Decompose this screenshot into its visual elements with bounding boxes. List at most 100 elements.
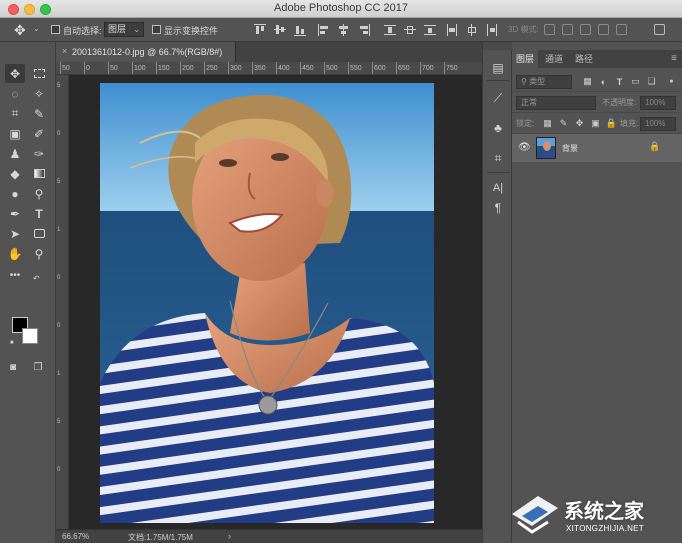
hand-tool-icon[interactable]: ✋: [5, 244, 25, 263]
lock-transparent-icon[interactable]: ▦: [542, 118, 553, 129]
move-tool-preset-icon[interactable]: ✥: [14, 22, 26, 39]
blur-tool-icon[interactable]: ●: [5, 184, 25, 203]
panel-grip[interactable]: [483, 42, 513, 50]
tab-channels[interactable]: 通道: [540, 50, 568, 68]
options-bar: ✥ ⌄ 自动选择: 图层 ⌄ 显示变换控件 3D 模式:: [0, 18, 682, 42]
paragraph-icon[interactable]: ¶: [490, 200, 506, 216]
history-brush-tool-icon[interactable]: ✑: [29, 144, 49, 163]
filter-adjustment-icon[interactable]: ◐: [598, 76, 609, 87]
default-colors-icon[interactable]: ■: [10, 340, 14, 346]
ruler-tick-label: 50: [110, 65, 118, 72]
ruler-tick-mark: [132, 62, 133, 74]
filter-shape-icon[interactable]: ▭: [630, 76, 641, 87]
status-menu-arrow-icon[interactable]: ›: [228, 531, 231, 541]
lock-artboard-icon[interactable]: ▣: [590, 118, 601, 129]
ruler-tick-mark: [228, 62, 229, 74]
swap-colors-icon[interactable]: ↶: [33, 274, 40, 283]
gradient-tool-icon[interactable]: [29, 164, 49, 183]
move-tool-icon[interactable]: ✥: [5, 64, 25, 83]
auto-select-label: 自动选择:: [63, 26, 102, 36]
layer-name[interactable]: 背景: [562, 143, 578, 154]
crop-tool-icon[interactable]: ⌗: [5, 104, 25, 123]
marquee-tool-icon[interactable]: [29, 64, 49, 83]
ruler-tick-mark: [60, 62, 61, 74]
screen-mode-icon[interactable]: ❐: [28, 358, 48, 377]
align-vertical-center-icon[interactable]: [274, 24, 286, 36]
distribute-bottom-icon[interactable]: [424, 24, 436, 36]
character-icon[interactable]: A|: [490, 180, 506, 196]
auto-select-checkbox[interactable]: [51, 25, 60, 34]
watermark-logo-icon: [512, 496, 558, 534]
ruler-tick-label: 650: [398, 65, 410, 72]
show-transform-checkbox[interactable]: [152, 25, 161, 34]
align-bottom-icon[interactable]: [294, 24, 306, 36]
tools-panel: ✥ ◌ ✧ ⌗ ✎ ▣ ✐ ♟ ✑ ◆ ● ⚲ ✒ T ➤ ✋ ⚲ ••• ↶ …: [0, 42, 56, 543]
chevron-down-icon[interactable]: ⌄: [33, 24, 40, 33]
ruler-tick-label: 400: [278, 65, 290, 72]
filter-smart-object-icon[interactable]: ❏: [646, 76, 657, 87]
document-tab[interactable]: × 2001361012-0.jpg @ 66.7%(RGB/8#): [56, 42, 236, 62]
dodge-tool-icon[interactable]: ⚲: [29, 184, 49, 203]
auto-select-dropdown[interactable]: 图层 ⌄: [104, 22, 144, 37]
crop-panel-icon[interactable]: ⌗: [490, 150, 506, 166]
lock-image-icon[interactable]: ✎: [558, 118, 569, 129]
layer-row[interactable]: 👁 背景 🔒: [512, 134, 682, 162]
align-left-icon[interactable]: [318, 24, 330, 36]
document-image[interactable]: [100, 83, 434, 523]
libraries-icon[interactable]: ▤: [490, 60, 506, 76]
clone-stamp-tool-icon[interactable]: ♟: [5, 144, 25, 163]
align-top-icon[interactable]: [254, 24, 266, 36]
rectangle-tool-icon[interactable]: [29, 224, 49, 243]
blend-mode-dropdown[interactable]: 正常: [516, 96, 596, 110]
lasso-tool-icon[interactable]: ◌: [5, 84, 25, 103]
workspace-icon[interactable]: [654, 24, 665, 35]
watermark-text: 系统之家: [564, 499, 644, 523]
background-color-swatch[interactable]: [22, 328, 38, 344]
filter-pixel-icon[interactable]: ▦: [582, 76, 593, 87]
filter-type-icon[interactable]: T: [614, 76, 625, 87]
filter-kind-dropdown[interactable]: ⚲ 类型: [516, 75, 572, 89]
distribute-top-icon[interactable]: [384, 24, 396, 36]
tab-paths[interactable]: 路径: [570, 50, 598, 68]
panel-menu-icon[interactable]: ≡: [671, 53, 677, 64]
ruler-tick-label: 550: [350, 65, 362, 72]
filter-toggle-icon[interactable]: ●: [666, 76, 677, 87]
panel-tabs: 图层 通道 路径 ≡: [512, 50, 682, 68]
eyedropper-tool-icon[interactable]: ✎: [29, 104, 49, 123]
ruler-tick-label: 200: [182, 65, 194, 72]
distribute-left-icon[interactable]: [446, 24, 458, 36]
healing-brush-tool-icon[interactable]: ▣: [5, 124, 25, 143]
opacity-value: 100%: [645, 98, 666, 107]
eye-icon[interactable]: 👁: [518, 142, 531, 153]
fill-input[interactable]: 100%: [640, 117, 676, 131]
distribute-horizontal-center-icon[interactable]: [466, 24, 478, 36]
magic-wand-tool-icon[interactable]: ✧: [29, 84, 49, 103]
close-tab-icon[interactable]: ×: [62, 46, 67, 56]
opacity-input[interactable]: 100%: [640, 96, 676, 110]
lock-all-icon[interactable]: 🔒: [606, 118, 617, 129]
distribute-center-icon[interactable]: [404, 24, 416, 36]
ruler-tick-label: 600: [374, 65, 386, 72]
zoom-tool-icon[interactable]: ⚲: [29, 244, 49, 263]
align-right-icon[interactable]: [358, 24, 370, 36]
quick-mask-icon[interactable]: ◙: [3, 358, 23, 377]
lock-position-icon[interactable]: ✥: [574, 118, 585, 129]
ruler-tick-label: 150: [158, 65, 170, 72]
type-tool-icon[interactable]: T: [29, 204, 49, 223]
distribute-right-icon[interactable]: [486, 24, 498, 36]
fill-value: 100%: [645, 119, 666, 128]
eraser-tool-icon[interactable]: ◆: [5, 164, 25, 183]
brush-tool-icon[interactable]: ✐: [29, 124, 49, 143]
shapes-icon[interactable]: ♣: [490, 120, 506, 136]
pen-tool-icon[interactable]: ✒: [5, 204, 25, 223]
ruler-tick-label: 0: [57, 275, 61, 281]
zoom-level[interactable]: 66.67%: [62, 532, 89, 541]
curves-icon[interactable]: ⟋: [490, 90, 506, 106]
ruler-tick-label: 0: [86, 65, 90, 72]
tab-layers[interactable]: 图层: [512, 50, 538, 68]
align-horizontal-center-icon[interactable]: [338, 24, 350, 36]
more-tools-icon[interactable]: •••: [5, 266, 25, 285]
ruler-tick-label: 0: [57, 131, 61, 137]
path-selection-tool-icon[interactable]: ➤: [5, 224, 25, 243]
ruler-tick-label: 1: [57, 227, 61, 233]
